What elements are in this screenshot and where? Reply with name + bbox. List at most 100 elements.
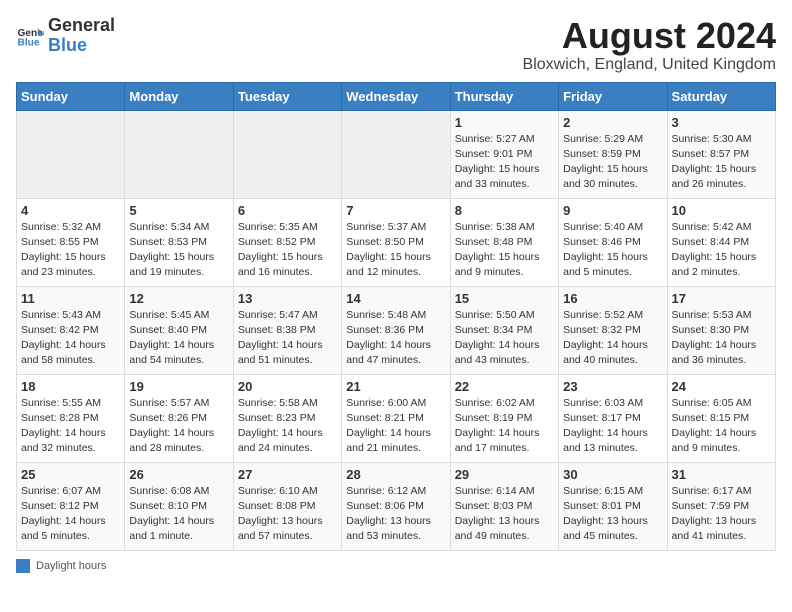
calendar-cell: 30 Sunrise: 6:15 AM Sunset: 8:01 PM Dayli…	[559, 462, 667, 550]
day-number: 20	[238, 379, 337, 394]
calendar-cell: 20 Sunrise: 5:58 AM Sunset: 8:23 PM Dayli…	[233, 374, 341, 462]
day-number: 4	[21, 203, 120, 218]
calendar-cell: 8 Sunrise: 5:38 AM Sunset: 8:48 PM Daylig…	[450, 198, 558, 286]
footer-label: Daylight hours	[36, 560, 106, 572]
calendar-cell: 10 Sunrise: 5:42 AM Sunset: 8:44 PM Dayli…	[667, 198, 775, 286]
day-number: 28	[346, 467, 445, 482]
day-number: 6	[238, 203, 337, 218]
day-info: Sunrise: 5:57 AM Sunset: 8:26 PM Dayligh…	[129, 396, 228, 457]
day-info: Sunrise: 5:45 AM Sunset: 8:40 PM Dayligh…	[129, 308, 228, 369]
logo-general: General	[48, 16, 115, 36]
calendar-cell	[125, 110, 233, 198]
day-number: 19	[129, 379, 228, 394]
day-info: Sunrise: 5:40 AM Sunset: 8:46 PM Dayligh…	[563, 220, 662, 281]
calendar-cell: 26 Sunrise: 6:08 AM Sunset: 8:10 PM Dayli…	[125, 462, 233, 550]
day-info: Sunrise: 5:43 AM Sunset: 8:42 PM Dayligh…	[21, 308, 120, 369]
day-info: Sunrise: 6:15 AM Sunset: 8:01 PM Dayligh…	[563, 484, 662, 545]
day-number: 8	[455, 203, 554, 218]
day-info: Sunrise: 5:38 AM Sunset: 8:48 PM Dayligh…	[455, 220, 554, 281]
svg-text:Blue: Blue	[18, 37, 40, 48]
day-number: 13	[238, 291, 337, 306]
logo: General Blue General Blue	[16, 16, 115, 56]
day-number: 30	[563, 467, 662, 482]
day-info: Sunrise: 5:35 AM Sunset: 8:52 PM Dayligh…	[238, 220, 337, 281]
calendar-week-2: 4 Sunrise: 5:32 AM Sunset: 8:55 PM Daylig…	[17, 198, 776, 286]
day-number: 15	[455, 291, 554, 306]
calendar-cell: 18 Sunrise: 5:55 AM Sunset: 8:28 PM Dayli…	[17, 374, 125, 462]
calendar-cell	[17, 110, 125, 198]
day-info: Sunrise: 6:14 AM Sunset: 8:03 PM Dayligh…	[455, 484, 554, 545]
day-info: Sunrise: 5:47 AM Sunset: 8:38 PM Dayligh…	[238, 308, 337, 369]
calendar-cell: 5Sunrise: 5:34 AM Sunset: 8:53 PM Daylig…	[125, 198, 233, 286]
day-info: Sunrise: 6:00 AM Sunset: 8:21 PM Dayligh…	[346, 396, 445, 457]
day-number: 9	[563, 203, 662, 218]
day-info: Sunrise: 5:58 AM Sunset: 8:23 PM Dayligh…	[238, 396, 337, 457]
calendar-cell	[233, 110, 341, 198]
day-number: 10	[672, 203, 771, 218]
day-number: 16	[563, 291, 662, 306]
day-number: 18	[21, 379, 120, 394]
logo-icon: General Blue	[16, 22, 44, 50]
calendar-week-1: 1 Sunrise: 5:27 AM Sunset: 9:01 PM Daylig…	[17, 110, 776, 198]
calendar-cell: 7 Sunrise: 5:37 AM Sunset: 8:50 PM Daylig…	[342, 198, 450, 286]
calendar-cell: 2Sunrise: 5:29 AM Sunset: 8:59 PM Daylig…	[559, 110, 667, 198]
calendar-header-sunday: Sunday	[17, 82, 125, 110]
logo-blue: Blue	[48, 36, 115, 56]
day-info: Sunrise: 5:29 AM Sunset: 8:59 PM Dayligh…	[563, 132, 662, 193]
day-info: Sunrise: 5:50 AM Sunset: 8:34 PM Dayligh…	[455, 308, 554, 369]
calendar-week-4: 18 Sunrise: 5:55 AM Sunset: 8:28 PM Dayli…	[17, 374, 776, 462]
calendar-cell: 21Sunrise: 6:00 AM Sunset: 8:21 PM Dayli…	[342, 374, 450, 462]
day-info: Sunrise: 6:03 AM Sunset: 8:17 PM Dayligh…	[563, 396, 662, 457]
day-number: 11	[21, 291, 120, 306]
day-number: 1	[455, 115, 554, 130]
day-info: Sunrise: 5:34 AM Sunset: 8:53 PM Dayligh…	[129, 220, 228, 281]
day-number: 7	[346, 203, 445, 218]
calendar-cell: 23Sunrise: 6:03 AM Sunset: 8:17 PM Dayli…	[559, 374, 667, 462]
day-number: 3	[672, 115, 771, 130]
daylight-indicator	[16, 559, 30, 573]
day-info: Sunrise: 5:32 AM Sunset: 8:55 PM Dayligh…	[21, 220, 120, 281]
calendar-cell: 9 Sunrise: 5:40 AM Sunset: 8:46 PM Daylig…	[559, 198, 667, 286]
calendar-header-row: SundayMondayTuesdayWednesdayThursdayFrid…	[17, 82, 776, 110]
day-info: Sunrise: 5:53 AM Sunset: 8:30 PM Dayligh…	[672, 308, 771, 369]
calendar-header-friday: Friday	[559, 82, 667, 110]
calendar-cell: 14 Sunrise: 5:48 AM Sunset: 8:36 PM Dayli…	[342, 286, 450, 374]
calendar-header-monday: Monday	[125, 82, 233, 110]
day-number: 14	[346, 291, 445, 306]
day-info: Sunrise: 6:17 AM Sunset: 7:59 PM Dayligh…	[672, 484, 771, 545]
calendar-cell: 29 Sunrise: 6:14 AM Sunset: 8:03 PM Dayli…	[450, 462, 558, 550]
calendar-cell: 19 Sunrise: 5:57 AM Sunset: 8:26 PM Dayli…	[125, 374, 233, 462]
day-info: Sunrise: 6:02 AM Sunset: 8:19 PM Dayligh…	[455, 396, 554, 457]
calendar-cell: 12 Sunrise: 5:45 AM Sunset: 8:40 PM Dayli…	[125, 286, 233, 374]
calendar-header-tuesday: Tuesday	[233, 82, 341, 110]
day-info: Sunrise: 5:52 AM Sunset: 8:32 PM Dayligh…	[563, 308, 662, 369]
calendar-cell: 24Sunrise: 6:05 AM Sunset: 8:15 PM Dayli…	[667, 374, 775, 462]
day-info: Sunrise: 5:37 AM Sunset: 8:50 PM Dayligh…	[346, 220, 445, 281]
title-area: August 2024 Bloxwich, England, United Ki…	[523, 16, 776, 74]
day-number: 27	[238, 467, 337, 482]
calendar-cell: 1 Sunrise: 5:27 AM Sunset: 9:01 PM Daylig…	[450, 110, 558, 198]
calendar-week-5: 25Sunrise: 6:07 AM Sunset: 8:12 PM Dayli…	[17, 462, 776, 550]
calendar-cell: 15 Sunrise: 5:50 AM Sunset: 8:34 PM Dayli…	[450, 286, 558, 374]
day-info: Sunrise: 5:48 AM Sunset: 8:36 PM Dayligh…	[346, 308, 445, 369]
day-info: Sunrise: 6:08 AM Sunset: 8:10 PM Dayligh…	[129, 484, 228, 545]
calendar-cell: 11 Sunrise: 5:43 AM Sunset: 8:42 PM Dayli…	[17, 286, 125, 374]
day-info: Sunrise: 5:27 AM Sunset: 9:01 PM Dayligh…	[455, 132, 554, 193]
page-subtitle: Bloxwich, England, United Kingdom	[523, 56, 776, 74]
header: General Blue General Blue August 2024 Bl…	[16, 16, 776, 74]
calendar-header-thursday: Thursday	[450, 82, 558, 110]
calendar-cell: 3Sunrise: 5:30 AM Sunset: 8:57 PM Daylig…	[667, 110, 775, 198]
day-info: Sunrise: 5:55 AM Sunset: 8:28 PM Dayligh…	[21, 396, 120, 457]
day-info: Sunrise: 6:05 AM Sunset: 8:15 PM Dayligh…	[672, 396, 771, 457]
day-info: Sunrise: 5:42 AM Sunset: 8:44 PM Dayligh…	[672, 220, 771, 281]
calendar-cell: 22Sunrise: 6:02 AM Sunset: 8:19 PM Dayli…	[450, 374, 558, 462]
day-number: 29	[455, 467, 554, 482]
day-info: Sunrise: 6:12 AM Sunset: 8:06 PM Dayligh…	[346, 484, 445, 545]
calendar-header-saturday: Saturday	[667, 82, 775, 110]
page-title: August 2024	[523, 16, 776, 56]
day-number: 12	[129, 291, 228, 306]
calendar-cell	[342, 110, 450, 198]
calendar-cell: 13 Sunrise: 5:47 AM Sunset: 8:38 PM Dayli…	[233, 286, 341, 374]
day-number: 26	[129, 467, 228, 482]
day-number: 25	[21, 467, 120, 482]
